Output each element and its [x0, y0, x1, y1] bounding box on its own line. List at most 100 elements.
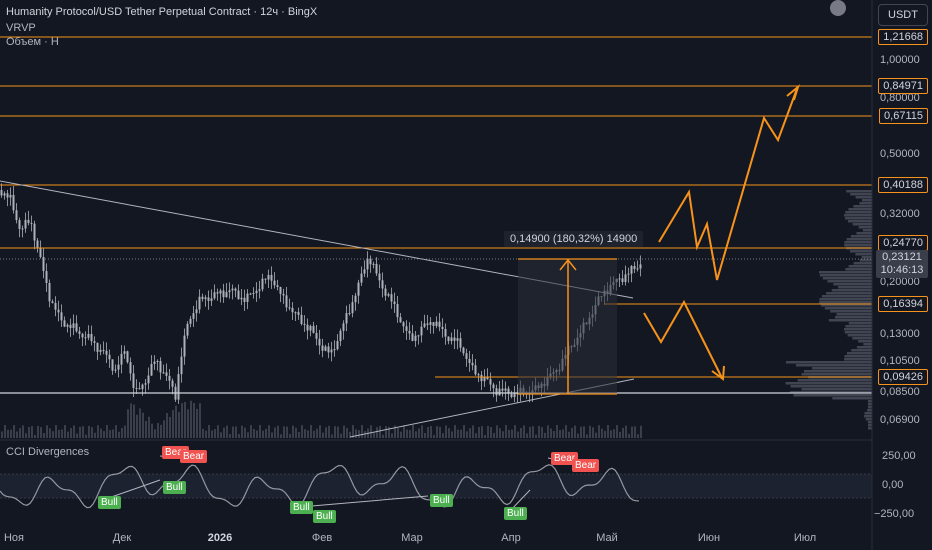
volume-bar [310, 425, 312, 438]
price-axis-label: 0,06900 [880, 414, 920, 426]
volume-bar [256, 430, 258, 438]
volume-bar [571, 427, 573, 438]
volume-profile-bar [801, 388, 872, 391]
volume-bar [82, 426, 84, 438]
volume-profile-bar [868, 424, 872, 427]
candle-body [279, 286, 282, 294]
candle-body [486, 377, 489, 380]
volume-bar [505, 425, 507, 438]
chart-canvas[interactable] [0, 0, 932, 550]
volume-profile-bar [828, 319, 872, 322]
candle-body [156, 361, 159, 363]
volume-bar [217, 425, 219, 438]
volume-bar [532, 426, 534, 438]
volume-bar [4, 425, 6, 438]
candle-body [90, 333, 93, 342]
volume-profile-bar [827, 280, 872, 283]
volume-bar [268, 425, 270, 438]
volume-profile-bar [848, 208, 872, 211]
candle-body [78, 331, 81, 334]
volume-bar [355, 429, 357, 438]
candle-body [183, 335, 186, 357]
volume-bar [136, 414, 138, 438]
volume-bar [454, 425, 456, 438]
candle-body [132, 373, 135, 388]
candle-body [141, 384, 144, 390]
candle-body [360, 273, 363, 283]
candle-body [252, 293, 255, 295]
volume-bar [304, 429, 306, 438]
volume-bar [457, 429, 459, 438]
volume-bar [592, 427, 594, 438]
candle-body [114, 369, 117, 371]
candle-body [465, 353, 468, 359]
volume-profile-bar [845, 325, 872, 328]
candle-body [498, 388, 501, 396]
volume-bar [238, 434, 240, 438]
candle-body [264, 278, 267, 280]
volume-bar [85, 434, 87, 438]
object-tree-dot[interactable] [830, 0, 846, 16]
volume-bar [397, 428, 399, 438]
volume-bar [118, 431, 120, 438]
candle-body [411, 333, 414, 341]
volume-bar [100, 428, 102, 438]
candle-body [297, 312, 300, 315]
level-chip[interactable]: 0,84971 [878, 78, 928, 94]
volume-bar [421, 425, 423, 438]
indicator-vrvp[interactable]: VRVP [6, 22, 36, 34]
volume-bar [127, 409, 129, 438]
candle-body [420, 326, 423, 336]
volume-bar [379, 425, 381, 438]
volume-bar [64, 425, 66, 438]
candle-body [111, 359, 114, 371]
volume-bar [523, 425, 525, 438]
volume-profile-bar [793, 394, 872, 397]
candle-body [294, 312, 297, 314]
volume-bar [601, 428, 603, 438]
currency-selector[interactable]: USDT [878, 4, 928, 26]
volume-bar [433, 434, 435, 438]
volume-bar [607, 425, 609, 438]
price-axis-label: 0,10500 [880, 355, 920, 367]
volume-bar [190, 400, 192, 438]
volume-bar [481, 426, 483, 438]
cci-axis-label: 0,00 [882, 479, 904, 491]
time-axis-label: Дек [112, 532, 132, 544]
volume-bar [148, 416, 150, 438]
candle-body [36, 240, 39, 248]
volume-bar [328, 425, 330, 438]
level-chip[interactable]: 0,09426 [878, 369, 928, 385]
candle-body [186, 323, 189, 336]
level-chip[interactable]: 0,24770 [878, 235, 928, 251]
volume-profile-bar [848, 322, 872, 325]
candle-body [48, 282, 51, 302]
candle-body [501, 388, 504, 391]
candle-body [639, 264, 642, 269]
volume-profile-bar [819, 298, 872, 301]
candle-body [624, 274, 627, 282]
cci-indicator-title[interactable]: CCI Divergences [6, 446, 89, 458]
volume-bar [91, 427, 93, 438]
candle-body [66, 324, 69, 327]
candle-body [261, 278, 264, 290]
candle-body [414, 335, 417, 341]
volume-profile-bar [830, 310, 872, 313]
volume-bar [415, 431, 417, 438]
volume-bar [184, 401, 186, 438]
volume-profile-bar [847, 334, 872, 337]
level-chip[interactable]: 0,16394 [878, 296, 928, 312]
volume-bar [319, 425, 321, 438]
level-chip[interactable]: 0,67115 [879, 108, 928, 124]
volume-bar [40, 427, 42, 438]
volume-bar [145, 420, 147, 438]
candle-body [468, 358, 471, 363]
volume-bar [439, 426, 441, 438]
candle-body [423, 323, 426, 327]
volume-bar [562, 429, 564, 438]
level-chip[interactable]: 1,21668 [878, 29, 928, 45]
candle-body [342, 323, 345, 331]
indicator-volume[interactable]: Объем · Н [6, 36, 59, 48]
volume-bar [442, 433, 444, 438]
level-chip[interactable]: 0,40188 [878, 177, 928, 193]
